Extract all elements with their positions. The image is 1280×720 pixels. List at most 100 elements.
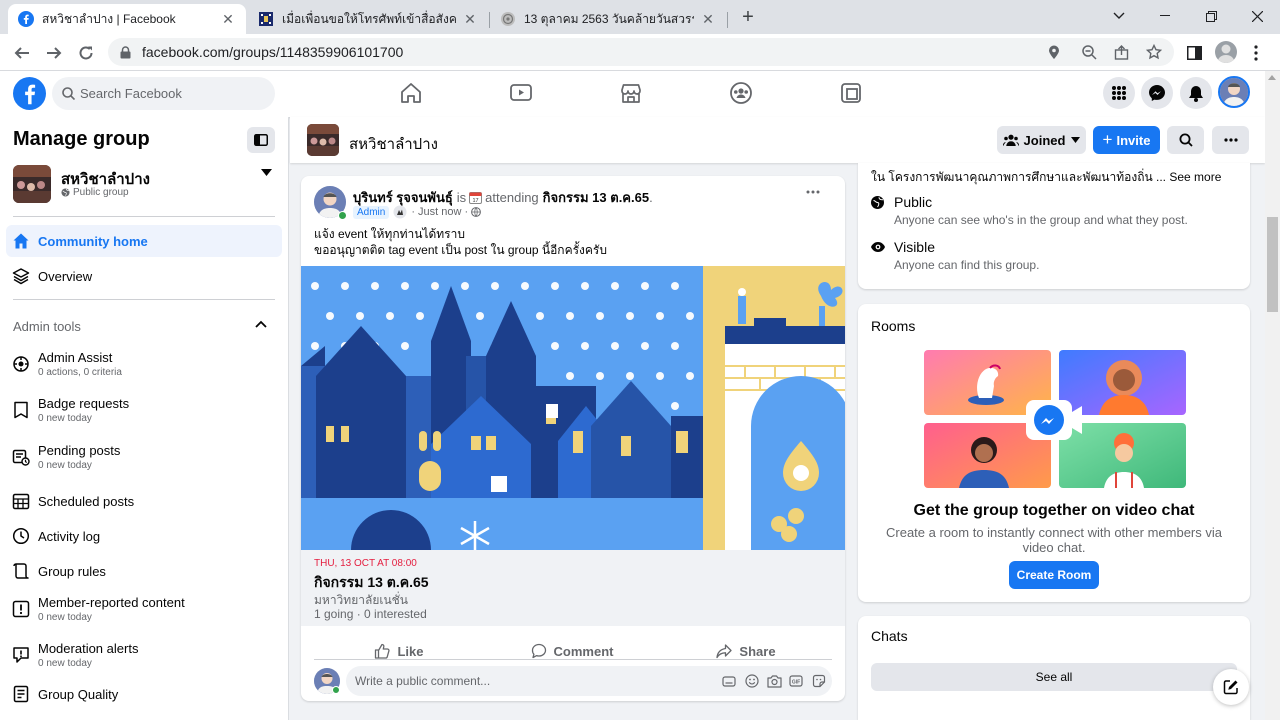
invite-button[interactable]: + Invite <box>1093 126 1160 154</box>
sidebar-item-overview[interactable]: Overview <box>6 260 282 292</box>
event-cover-image[interactable] <box>301 266 845 550</box>
group-title[interactable]: สหวิชาลำปาง <box>349 132 438 156</box>
report-icon <box>12 600 30 618</box>
lock-icon[interactable] <box>120 46 131 59</box>
marketplace-icon[interactable] <box>619 81 643 105</box>
minimize-icon[interactable] <box>1142 0 1188 32</box>
post-attending-text: attending <box>485 190 539 205</box>
sidebar-item-label: Scheduled posts <box>38 494 135 509</box>
gif-icon[interactable]: GIF <box>789 674 803 688</box>
sidebar-item-label: Member-reported content <box>38 595 185 610</box>
group-avatar[interactable] <box>307 124 339 156</box>
post-body: แจ้ง event ให้ทุกท่านได้ทราบ ขออนุญาตติด… <box>314 226 607 258</box>
create-room-button[interactable]: Create Room <box>1009 561 1099 589</box>
pending-posts-icon <box>12 449 30 466</box>
messenger-button[interactable] <box>1141 77 1173 109</box>
sticker-icon[interactable] <box>812 674 826 688</box>
admin-tools-collapse[interactable] <box>255 320 267 328</box>
account-avatar[interactable] <box>1218 76 1250 108</box>
sidebar-item-member-reported-content[interactable]: Member-reported content 0 new today <box>6 590 282 626</box>
post-body-line: ขออนุญาตติด tag event เป็น post ใน group… <box>314 243 607 257</box>
sidebar-item-label: Moderation alerts <box>38 641 139 656</box>
comment-input[interactable]: Write a public comment... GIF <box>346 666 832 696</box>
sidebar-item-badge-requests[interactable]: Badge requests 0 new today <box>6 391 282 427</box>
sidebar-item-admin-assist[interactable]: Admin Assist 0 actions, 0 criteria <box>6 345 282 381</box>
back-icon[interactable] <box>8 39 36 67</box>
groups-icon[interactable] <box>729 81 753 105</box>
group-switcher-caret[interactable] <box>261 169 272 176</box>
tab-close-icon[interactable]: ✕ <box>700 11 716 28</box>
location-pin-icon[interactable] <box>1048 45 1060 60</box>
svg-text:GIF: GIF <box>792 680 800 686</box>
post-options-button[interactable] <box>806 190 820 194</box>
sidebar-item-sublabel: 0 new today <box>38 460 92 471</box>
rooms-description: Create a room to instantly connect with … <box>886 525 1222 555</box>
scroll-up-arrow-icon[interactable] <box>1268 75 1276 80</box>
browser-tab-bar: สหวิชาลำปาง | Facebook ✕ เมื่อเพื่อนขอให… <box>0 0 1280 34</box>
rooms-title: Rooms <box>871 318 916 334</box>
sidebar-item-pending-posts[interactable]: Pending posts 0 new today <box>6 438 282 474</box>
avatar-sticker-icon[interactable] <box>722 674 736 688</box>
restore-icon[interactable] <box>1188 0 1234 32</box>
group-cover-thumbnail[interactable] <box>13 165 51 203</box>
watch-icon[interactable] <box>509 81 533 105</box>
search-input[interactable]: Search Facebook <box>52 77 275 110</box>
tab-close-icon[interactable]: ✕ <box>220 11 236 28</box>
home-icon[interactable] <box>399 81 423 105</box>
group-more-button[interactable] <box>1212 126 1249 154</box>
facebook-logo-icon[interactable] <box>13 77 46 110</box>
browser-toolbar: facebook.com/groups/1148359906101700 <box>0 34 1280 71</box>
address-bar[interactable]: facebook.com/groups/1148359906101700 <box>108 38 1174 66</box>
new-tab-icon[interactable]: + <box>737 7 759 29</box>
post-time[interactable]: Just now <box>418 206 461 218</box>
tab-search-icon[interactable] <box>1096 0 1142 32</box>
scrollbar-thumb[interactable] <box>1267 217 1278 312</box>
bookmark-star-icon[interactable] <box>1146 44 1162 60</box>
sidebar-item-activity-log[interactable]: Activity log <box>6 520 282 552</box>
sidebar-item-community-home[interactable]: Community home <box>6 225 282 257</box>
share-page-icon[interactable] <box>1114 45 1129 60</box>
tab-article[interactable]: เมื่อเพื่อนขอให้โทรศัพท์เข้าสื่อสังคม : … <box>248 4 488 34</box>
see-more-link[interactable]: See more <box>1169 170 1221 184</box>
notifications-button[interactable] <box>1180 77 1212 109</box>
sidebar-item-group-rules[interactable]: Group rules <box>6 555 282 587</box>
post-body-line: แจ้ง event ให้ทุกท่านได้ทราบ <box>314 227 465 241</box>
comment-icon <box>531 643 546 659</box>
reload-icon[interactable] <box>72 39 100 67</box>
zoom-out-icon[interactable] <box>1082 45 1097 60</box>
see-all-chats-button[interactable]: See all <box>871 663 1237 691</box>
menu-grid-button[interactable] <box>1103 77 1135 109</box>
new-message-button[interactable] <box>1213 669 1249 705</box>
group-search-button[interactable] <box>1167 126 1204 154</box>
event-info[interactable]: THU, 13 OCT AT 08:00 กิจกรรม 13 ต.ค.65 ม… <box>301 550 845 626</box>
sidebar-item-group-quality[interactable]: Group Quality <box>6 678 282 710</box>
facebook-header: Search Facebook <box>0 71 1280 117</box>
like-button[interactable]: Like <box>314 636 484 666</box>
emoji-icon[interactable] <box>745 674 759 688</box>
tab-close-icon[interactable]: ✕ <box>462 11 478 28</box>
facebook-icon <box>18 11 34 27</box>
globe-icon <box>871 196 884 209</box>
comment-button[interactable]: Comment <box>487 636 657 666</box>
sidebar-item-label: Admin Assist <box>38 350 113 365</box>
tab-news[interactable]: 13 ตุลาคม 2563 วันคล้ายวันสวรรคต ข ✕ <box>490 4 726 34</box>
sidebar-item-sublabel: 0 new today <box>38 658 92 669</box>
close-window-icon[interactable] <box>1234 0 1280 32</box>
about-visible-title: Visible <box>894 239 935 255</box>
side-panel-icon[interactable] <box>1180 39 1208 67</box>
share-button[interactable]: Share <box>660 636 832 666</box>
sidebar-item-moderation-alerts[interactable]: Moderation alerts 0 new today <box>6 636 282 672</box>
tab-facebook[interactable]: สหวิชาลำปาง | Facebook ✕ <box>8 4 246 34</box>
joined-button[interactable]: Joined <box>997 126 1086 154</box>
post-event-link[interactable]: กิจกรรม 13 ต.ค.65 <box>543 187 649 208</box>
sidebar-item-label: Group rules <box>38 564 106 579</box>
sidebar-item-scheduled-posts[interactable]: Scheduled posts <box>6 485 282 517</box>
gaming-icon[interactable] <box>839 81 863 105</box>
page-scrollbar[interactable] <box>1265 71 1280 720</box>
chats-card: Chats See all <box>858 616 1250 720</box>
forward-icon[interactable] <box>40 39 68 67</box>
camera-icon[interactable] <box>767 674 782 688</box>
collapse-sidebar-button[interactable] <box>247 127 275 153</box>
chrome-menu-icon[interactable] <box>1242 39 1270 67</box>
profile-avatar[interactable] <box>1215 41 1237 63</box>
